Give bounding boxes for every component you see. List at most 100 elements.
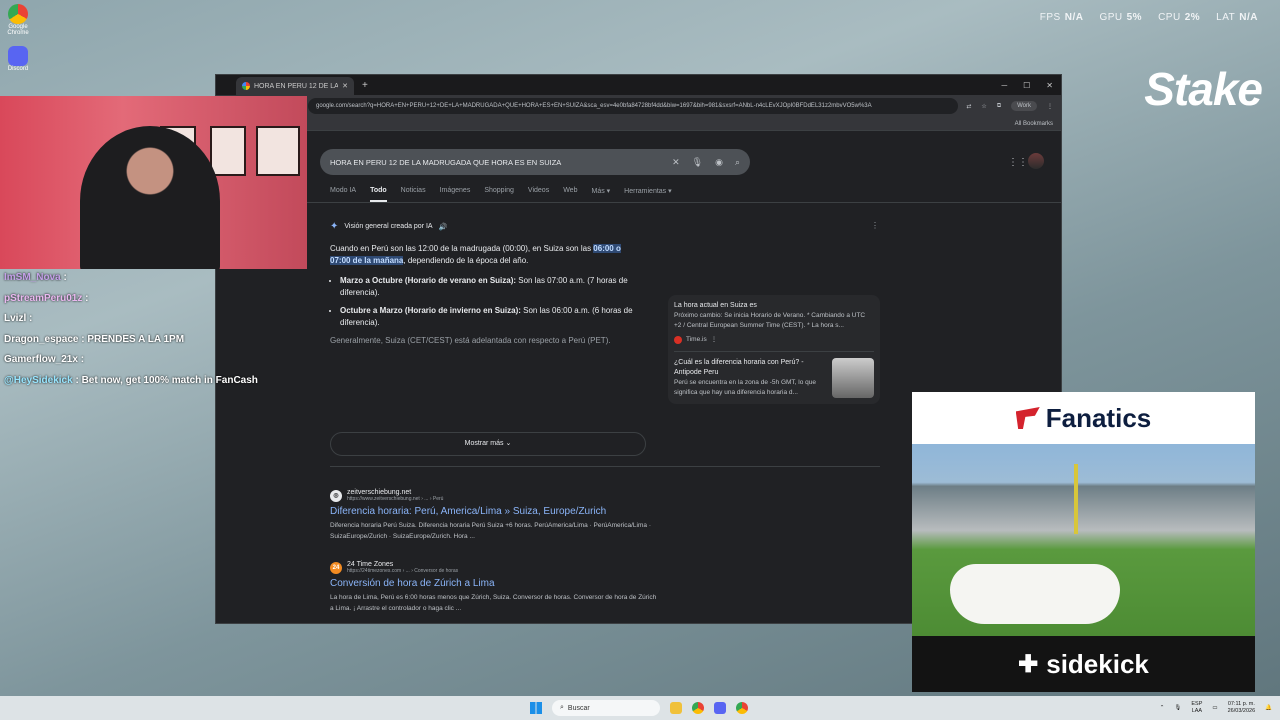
- fps-stat: FPS N/A: [1039, 12, 1084, 23]
- tab-bar: HORA EN PERU 12 DE LA MADRUGADA ✕ + ─ ☐ …: [216, 75, 1061, 95]
- search-nav: Modo IA Todo Noticias Imágenes Shopping Video…: [330, 187, 672, 202]
- close-window-icon[interactable]: ✕: [1046, 81, 1053, 90]
- bookmarks-bar: All Bookmarks: [216, 117, 1061, 131]
- webcam-overlay: [0, 96, 307, 269]
- mic-icon[interactable]: 🎙: [1174, 705, 1181, 712]
- source-thumbnail: [832, 358, 874, 398]
- search-tab[interactable]: Imágenes: [440, 187, 471, 202]
- site-url: https://www.zeitverschiebung.net › ... ›…: [347, 496, 444, 502]
- chat-message: Lvizl :: [4, 313, 33, 324]
- google-favicon-icon: [242, 82, 250, 90]
- result-site[interactable]: 24 24 Time Zones https://24timezones.com…: [330, 561, 660, 574]
- search-tab[interactable]: Más ▾: [591, 187, 610, 202]
- search-tab[interactable]: Videos: [528, 187, 549, 202]
- start-icon[interactable]: [530, 702, 542, 714]
- bookmark-star-icon[interactable]: ☆: [981, 103, 986, 110]
- source-item[interactable]: ¿Cuál es la diferencia horaria con Perú?…: [674, 358, 874, 398]
- ai-overview-body: Cuando en Perú son las 12:00 de la madru…: [330, 243, 640, 347]
- result-title-link[interactable]: Diferencia horaria: Perú, America/Lima »…: [330, 506, 660, 517]
- desktop-icon-label: Discord: [7, 66, 29, 72]
- taskbar-search[interactable]: ⌕ Buscar: [552, 700, 660, 716]
- chrome-work-icon[interactable]: [736, 702, 748, 714]
- search-result: ◎ zeitverschiebung.net https://www.zeitv…: [330, 489, 660, 542]
- cpu-stat: CPU 2%: [1158, 12, 1201, 23]
- sparkle-icon: ✦: [330, 221, 339, 232]
- ai-overview-title: Visión general creada por IA: [344, 223, 433, 230]
- new-tab-button[interactable]: +: [362, 80, 368, 91]
- result-title-link[interactable]: Conversión de hora de Zúrich a Lima: [330, 578, 660, 589]
- speaker-icon[interactable]: 🔊: [439, 223, 448, 231]
- search-tab[interactable]: Herramientas ▾: [624, 187, 671, 202]
- extensions-icon[interactable]: ⧉: [997, 103, 1001, 110]
- search-icon[interactable]: ⌕: [735, 157, 740, 168]
- file-explorer-icon[interactable]: [670, 702, 682, 714]
- result-site[interactable]: ◎ zeitverschiebung.net https://www.zeitv…: [330, 489, 660, 502]
- chat-message: @HeySidekick : Bet now, get 100% match i…: [4, 374, 258, 386]
- fanatics-ad: Fanatics ✚ sidekick: [912, 392, 1255, 692]
- clock[interactable]: 07:11 p. m. 26/03/2026: [1228, 701, 1256, 715]
- result-snippet: Diferencia horaria Perú Suiza. Diferenci…: [330, 522, 651, 540]
- wall-frame: [210, 126, 246, 176]
- search-input[interactable]: HORA EN PERU 12 DE LA MADRUGADA QUE HORA…: [320, 149, 750, 175]
- fanatics-logo: Fanatics: [912, 392, 1255, 444]
- gpu-stat: GPU 5%: [1099, 12, 1143, 23]
- result-snippet: La hora de Lima, Perú es 6:00 horas meno…: [330, 594, 657, 612]
- performance-hud: FPS N/A GPU 5% CPU 2% LAT N/A: [1040, 12, 1258, 23]
- clear-icon[interactable]: ✕: [672, 157, 680, 168]
- profile-chip[interactable]: Work: [1011, 101, 1037, 111]
- discord-icon: [8, 46, 28, 66]
- chrome-icon[interactable]: [692, 702, 704, 714]
- maximize-icon[interactable]: ☐: [1023, 81, 1030, 90]
- browser-tab[interactable]: HORA EN PERU 12 DE LA MADRUGADA ✕: [236, 77, 354, 95]
- menu-kebab-icon[interactable]: ⋮: [1047, 103, 1053, 110]
- search-tab[interactable]: Todo: [370, 187, 387, 202]
- desktop-icon-chrome[interactable]: Google Chrome: [4, 4, 32, 36]
- ai-bullet: Octubre a Marzo (Horario de invierno en …: [340, 305, 640, 329]
- lens-icon[interactable]: ◉: [715, 157, 723, 168]
- minimize-icon[interactable]: ─: [1001, 81, 1007, 90]
- source-item[interactable]: La hora actual en Suiza es Próximo cambi…: [674, 301, 874, 345]
- ai-bullet: Marzo a Octubre (Horario de verano en Su…: [340, 275, 640, 299]
- search-tab[interactable]: Web: [563, 187, 577, 202]
- tab-title: HORA EN PERU 12 DE LA MADRUGADA: [254, 82, 339, 90]
- sidekick-mark-icon: ✚: [1018, 650, 1039, 678]
- microphone-icon[interactable]: 🎙: [692, 157, 703, 168]
- all-bookmarks-link[interactable]: All Bookmarks: [1015, 121, 1053, 127]
- wall-frame: [256, 126, 300, 176]
- chrome-icon: [8, 4, 28, 24]
- streamer: [80, 126, 220, 269]
- stake-logo: Stake: [1144, 63, 1263, 115]
- chevron-up-icon[interactable]: ⌃: [1160, 705, 1165, 712]
- desktop-icon-label: Google Chrome: [7, 24, 29, 36]
- translate-icon[interactable]: ⇄: [966, 103, 971, 110]
- lat-stat: LAT N/A: [1216, 12, 1258, 23]
- window-controls: ─ ☐ ✕: [1001, 81, 1061, 90]
- system-tray: ⌃ 🎙 ESP LAA ▭ 07:11 p. m. 26/03/2026 🔔: [1160, 701, 1272, 715]
- search-icon: ⌕: [560, 704, 564, 711]
- site-name: 24 Time Zones: [347, 561, 394, 568]
- ai-overview-heading: ✦ Visión general creada por IA 🔊: [330, 221, 447, 232]
- stream-chat: ImSM_Nova : pStreamPeru01z : Lvizl : Dra…: [4, 268, 258, 391]
- search-result: 24 24 Time Zones https://24timezones.com…: [330, 561, 660, 614]
- chat-message: Gamerflow_21x :: [4, 354, 85, 365]
- close-tab-icon[interactable]: ✕: [342, 82, 348, 90]
- avatar[interactable]: [1028, 153, 1044, 169]
- url-field[interactable]: google.com/search?q=HORA+EN+PERU+12+DE+L…: [308, 98, 959, 114]
- site-favicon-icon: 24: [330, 561, 342, 574]
- chat-message: pStreamPeru01z :: [4, 292, 89, 304]
- search-tab[interactable]: Shopping: [484, 187, 514, 202]
- more-options-icon[interactable]: ⋮: [871, 221, 879, 230]
- network-icon[interactable]: ▭: [1212, 705, 1217, 712]
- chat-message: ImSM_Nova :: [4, 272, 67, 283]
- search-tab[interactable]: Modo IA: [330, 187, 356, 202]
- search-tab[interactable]: Noticias: [401, 187, 426, 202]
- language-indicator[interactable]: ESP LAA: [1191, 701, 1202, 715]
- site-name: zeitverschiebung.net: [347, 489, 412, 496]
- discord-icon[interactable]: [714, 702, 726, 714]
- fanatics-flag-icon: [1015, 407, 1040, 429]
- desktop-icon-discord[interactable]: Discord: [4, 46, 32, 72]
- taskbar: ⌕ Buscar ⌃ 🎙 ESP LAA ▭ 07:11 p. m. 26/03/2…: [0, 696, 1280, 720]
- show-more-button[interactable]: Mostrar más ⌄: [330, 432, 646, 456]
- address-bar-row: google.com/search?q=HORA+EN+PERU+12+DE+L…: [216, 95, 1061, 117]
- notifications-icon[interactable]: 🔔: [1265, 705, 1272, 712]
